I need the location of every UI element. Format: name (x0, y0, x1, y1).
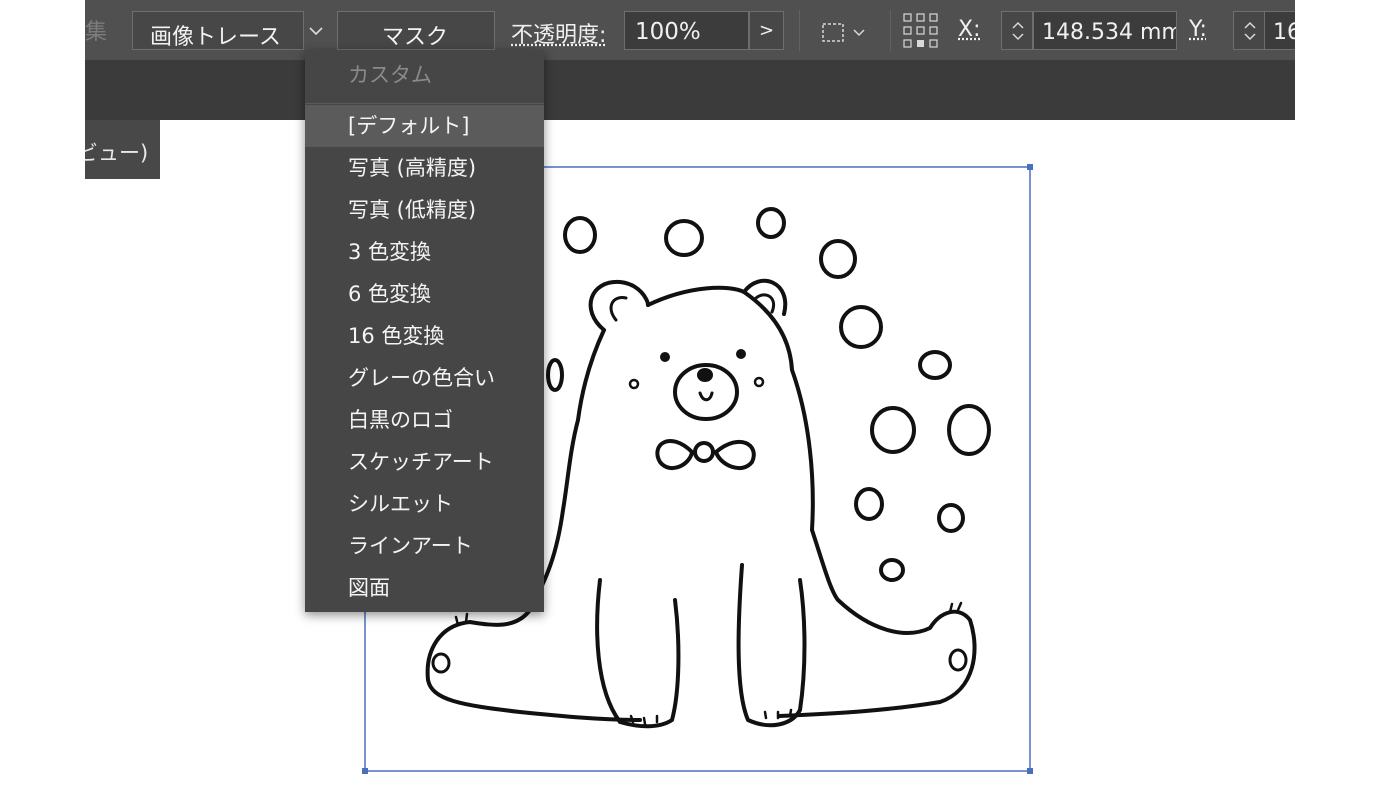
reference-point-icon[interactable] (903, 13, 939, 49)
document-tab[interactable]: ビュー) (85, 120, 160, 179)
bubble (546, 358, 564, 392)
y-stepper[interactable] (1233, 11, 1265, 50)
opacity-input[interactable]: 100% (624, 11, 749, 50)
opacity-popup-button[interactable]: > (749, 11, 784, 50)
y-label[interactable]: Y: (1189, 17, 1207, 42)
stepper-icon (1244, 21, 1256, 41)
preset-sketched-art[interactable]: スケッチアート (305, 441, 544, 483)
preset-photo-low[interactable]: 写真 (低精度) (305, 189, 544, 231)
bubble (918, 350, 952, 380)
preset-shades-of-gray[interactable]: グレーの色合い (305, 357, 544, 399)
chevron-right-icon: > (758, 20, 775, 41)
preset-photo-high[interactable]: 写真 (高精度) (305, 147, 544, 189)
bear-body-right (646, 285, 977, 718)
separator (890, 10, 891, 51)
menu-divider (305, 103, 544, 104)
preset-silhouettes[interactable]: シルエット (305, 483, 544, 525)
bear-eye-left (660, 352, 670, 362)
preset-line-art[interactable]: ラインアート (305, 525, 544, 567)
image-trace-button-label: 画像トレース (150, 25, 281, 50)
bubble (756, 207, 786, 239)
bubble (947, 404, 991, 456)
bubble (839, 305, 883, 349)
bear-leg-left (595, 578, 681, 729)
bow-tie-left (655, 439, 694, 470)
preset-default[interactable]: [デフォルト] (305, 105, 544, 147)
chevron-down-icon[interactable] (309, 27, 323, 36)
preset-technical-drawing[interactable]: 図面 (305, 567, 544, 609)
x-stepper[interactable] (1001, 11, 1033, 50)
document-tab-bar: ビュー) (85, 60, 1295, 179)
opacity-label[interactable]: 不透明度: (511, 17, 606, 49)
stepper-icon (1012, 21, 1024, 41)
bubble (819, 239, 857, 279)
trace-preset-menu[interactable]: カスタム [デフォルト] 写真 (高精度) 写真 (低精度) 3 色変換 6 色… (305, 50, 544, 612)
bubble (879, 558, 905, 582)
canvas-artwork[interactable] (0, 0, 1380, 800)
bubble (854, 487, 884, 521)
marquee-select-icon[interactable] (822, 22, 870, 44)
bubble (563, 216, 597, 254)
mask-button-label: マスク (382, 25, 449, 50)
edit-label-partial: 集 (85, 20, 108, 45)
preset-6-colors[interactable]: 6 色変換 (305, 273, 544, 315)
menu-header-custom: カスタム (348, 63, 432, 87)
bubble (870, 406, 916, 454)
bear-leg-right (736, 563, 807, 728)
screenshot-margin-left (0, 0, 85, 120)
separator (799, 10, 800, 51)
bear-eye-right (736, 349, 746, 359)
preset-black-white-logo[interactable]: 白黒のロゴ (305, 399, 544, 441)
preset-3-colors[interactable]: 3 色変換 (305, 231, 544, 273)
bubble (664, 219, 704, 257)
x-label[interactable]: X: (958, 17, 980, 42)
bubble (937, 503, 965, 533)
preset-16-colors[interactable]: 16 色変換 (305, 315, 544, 357)
bear-ear-left (588, 279, 650, 332)
bow-tie-right (714, 439, 756, 470)
screenshot-margin-right (1295, 0, 1380, 120)
x-input[interactable]: 148.534 mm (1033, 11, 1177, 50)
